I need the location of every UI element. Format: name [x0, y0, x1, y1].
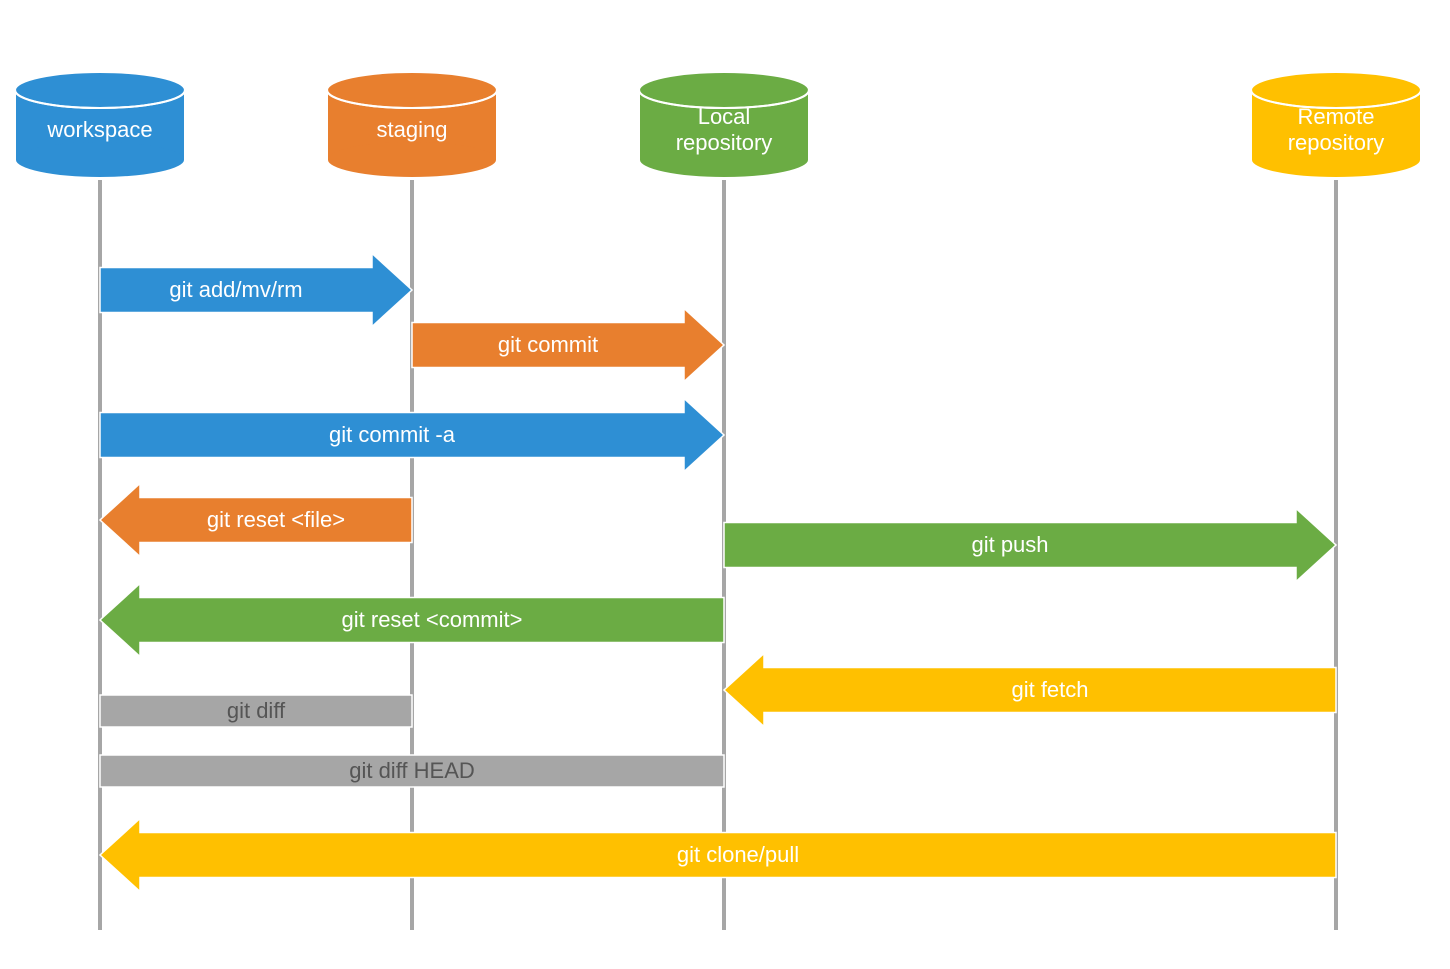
- git-diff-bar: git diff: [100, 695, 412, 727]
- git-push-arrow: git push: [724, 509, 1336, 582]
- cylinder-workspace: workspace: [15, 72, 185, 178]
- cylinder-workspace-label-line-0: workspace: [46, 117, 152, 142]
- git-diff-head-bar: git diff HEAD: [100, 755, 724, 787]
- git-fetch-arrow: git fetch: [724, 654, 1336, 727]
- git-reset-file-label: git reset <file>: [207, 507, 345, 532]
- cylinder-local-label-line-1: repository: [676, 130, 773, 155]
- git-diff-head-label: git diff HEAD: [349, 758, 475, 783]
- git-clone-pull-arrow: git clone/pull: [100, 819, 1336, 892]
- git-commit-arrow: git commit: [412, 309, 724, 382]
- git-reset-file-arrow: git reset <file>: [100, 484, 412, 557]
- git-add-arrow: git add/mv/rm: [100, 254, 412, 327]
- git-diff-label: git diff: [227, 698, 286, 723]
- git-add-label: git add/mv/rm: [169, 277, 302, 302]
- git-commit-a-label: git commit -a: [329, 422, 456, 447]
- git-workflow-diagram: git diff git diff HEAD git add/mv/rm git co…: [0, 0, 1450, 969]
- git-clone-pull-label: git clone/pull: [677, 842, 799, 867]
- cylinder-staging-label-line-0: staging: [377, 117, 448, 142]
- cylinder-remote-label-line-1: repository: [1288, 130, 1385, 155]
- git-fetch-label: git fetch: [1011, 677, 1088, 702]
- git-commit-label: git commit: [498, 332, 598, 357]
- cylinder-staging: staging: [327, 72, 497, 178]
- git-reset-commit-label: git reset <commit>: [342, 607, 523, 632]
- cylinder-remote-label-line-0: Remote: [1297, 104, 1374, 129]
- cylinder-local: Localrepository: [639, 72, 809, 178]
- git-push-label: git push: [971, 532, 1048, 557]
- cylinder-local-label-line-0: Local: [698, 104, 751, 129]
- cylinder-remote: Remoterepository: [1251, 72, 1421, 178]
